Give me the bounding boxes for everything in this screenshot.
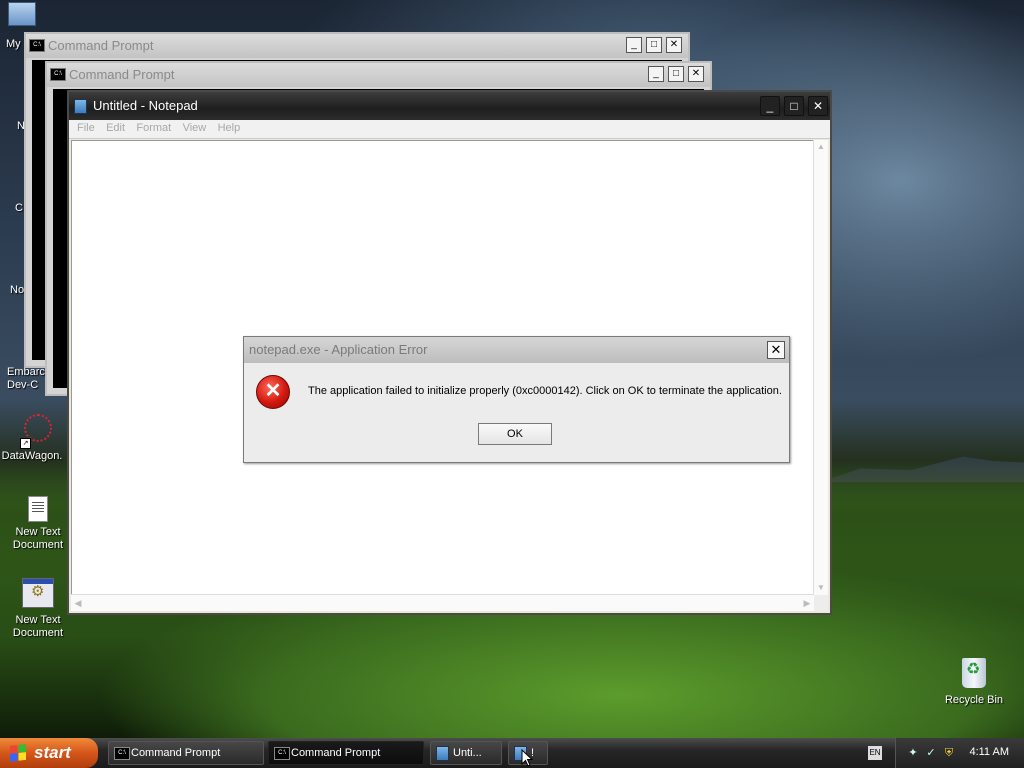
desktop-icon-label: C bbox=[15, 202, 23, 214]
network-connection-icon[interactable]: ✓ bbox=[924, 746, 938, 760]
notepad-icon bbox=[74, 99, 87, 114]
window-title: Command Prompt bbox=[48, 38, 154, 53]
clock[interactable]: 4:11 AM bbox=[969, 746, 1009, 758]
recycle-bin-icon bbox=[958, 658, 990, 690]
taskbar-button-command-prompt-2[interactable]: C:\ Command Prompt bbox=[268, 741, 424, 765]
ok-button[interactable]: OK bbox=[478, 423, 552, 445]
close-button[interactable]: ✕ bbox=[808, 96, 828, 116]
taskbar-button-command-prompt-1[interactable]: C:\ Command Prompt bbox=[108, 741, 264, 765]
desktop-icon-label: New Text Document bbox=[12, 614, 64, 639]
dialog-titlebar[interactable]: notepad.exe - Application Error ✕ bbox=[244, 337, 789, 363]
menu-format[interactable]: Format bbox=[132, 120, 175, 136]
cmd-icon: C:\ bbox=[29, 39, 45, 52]
desktop-icon-label: My bbox=[6, 38, 21, 50]
desktop-icon-label: DataWagon. bbox=[1, 450, 63, 462]
menu-help[interactable]: Help bbox=[214, 120, 245, 136]
scroll-up-arrow-icon[interactable]: ▲ bbox=[814, 140, 828, 154]
cmd-icon: C:\ bbox=[50, 68, 66, 81]
desktop-icon-new-text-document-1[interactable]: New Text Document bbox=[0, 496, 76, 552]
desktop-icon-embarcadero[interactable]: Embarca Dev-C bbox=[0, 366, 52, 392]
minimize-button[interactable]: _ bbox=[760, 96, 780, 116]
config-document-icon bbox=[22, 578, 54, 610]
menu-view[interactable]: View bbox=[179, 120, 211, 136]
cmd-icon: C:\ bbox=[274, 747, 290, 760]
maximize-button[interactable]: □ bbox=[668, 66, 684, 82]
taskbar: start C:\ Command Prompt C:\ Command Pro… bbox=[0, 738, 1024, 768]
mouse-cursor-icon bbox=[521, 749, 534, 767]
desktop-icon-label: Embarca Dev-C bbox=[7, 366, 52, 391]
notepad-icon bbox=[436, 746, 449, 761]
scroll-down-arrow-icon[interactable]: ▼ bbox=[814, 581, 828, 595]
maximize-button[interactable]: □ bbox=[784, 96, 804, 116]
cmd-icon: C:\ bbox=[114, 747, 130, 760]
scroll-left-arrow-icon[interactable]: ◀ bbox=[71, 595, 85, 611]
dialog-title: notepad.exe - Application Error bbox=[249, 342, 428, 357]
error-icon: ✕ bbox=[256, 375, 290, 409]
start-label: start bbox=[34, 743, 71, 762]
language-indicator[interactable]: EN bbox=[868, 746, 882, 760]
my-computer-icon bbox=[8, 2, 40, 28]
datawagon-icon: ↗ bbox=[20, 414, 54, 449]
window-title: Untitled - Notepad bbox=[93, 98, 198, 113]
menu-file[interactable]: File bbox=[73, 120, 99, 136]
application-error-dialog[interactable]: notepad.exe - Application Error ✕ ✕ The … bbox=[243, 336, 790, 463]
windows-logo-icon bbox=[10, 744, 26, 762]
horizontal-scrollbar[interactable]: ◀ ▶ bbox=[71, 594, 814, 611]
taskbar-button-label: Unti... bbox=[453, 747, 482, 759]
maximize-button[interactable]: □ bbox=[646, 37, 662, 53]
desktop-icon-label: New Text Document bbox=[12, 526, 64, 551]
menu-edit[interactable]: Edit bbox=[102, 120, 129, 136]
close-button[interactable]: ✕ bbox=[767, 341, 785, 359]
minimize-button[interactable]: _ bbox=[626, 37, 642, 53]
window-titlebar[interactable]: C:\ Command Prompt _ □ ✕ bbox=[26, 34, 688, 58]
desktop-icon-datawagon[interactable]: ↗ DataWagon. bbox=[0, 414, 68, 463]
scroll-right-arrow-icon[interactable]: ▶ bbox=[800, 595, 814, 611]
desktop-icon-label: Recycle Bin bbox=[944, 694, 1004, 706]
taskbar-button-label: Command Prompt bbox=[131, 747, 221, 759]
taskbar-button-notepad[interactable]: Unti... bbox=[430, 741, 502, 765]
security-shield-icon[interactable]: ⛨ bbox=[942, 746, 956, 760]
desktop-icon-my-computer[interactable]: My bbox=[0, 2, 40, 50]
minimize-button[interactable]: _ bbox=[648, 66, 664, 82]
close-button[interactable]: ✕ bbox=[688, 66, 704, 82]
menu-bar: File Edit Format View Help bbox=[69, 120, 830, 139]
window-title: Command Prompt bbox=[69, 67, 175, 82]
close-button[interactable]: ✕ bbox=[666, 37, 682, 53]
window-titlebar[interactable]: Untitled - Notepad _ □ ✕ bbox=[69, 92, 830, 120]
desktop-icon-recycle-bin[interactable]: Recycle Bin bbox=[936, 658, 1012, 707]
vertical-scrollbar[interactable]: ▲ ▼ bbox=[813, 140, 828, 595]
error-message: The application failed to initialize pro… bbox=[308, 385, 782, 397]
text-document-icon bbox=[28, 496, 48, 522]
window-titlebar[interactable]: C:\ Command Prompt _ □ ✕ bbox=[47, 63, 710, 87]
taskbar-button-label: Command Prompt bbox=[291, 747, 381, 759]
desktop-icon-label: No bbox=[10, 284, 25, 296]
size-grip[interactable] bbox=[814, 595, 828, 611]
system-tray: ✦ ✓ ⛨ 4:11 AM bbox=[895, 738, 1024, 768]
desktop-icon-new-text-document-2[interactable]: New Text Document bbox=[0, 578, 76, 640]
start-button[interactable]: start bbox=[0, 738, 98, 768]
network-icon[interactable]: ✦ bbox=[906, 746, 920, 760]
